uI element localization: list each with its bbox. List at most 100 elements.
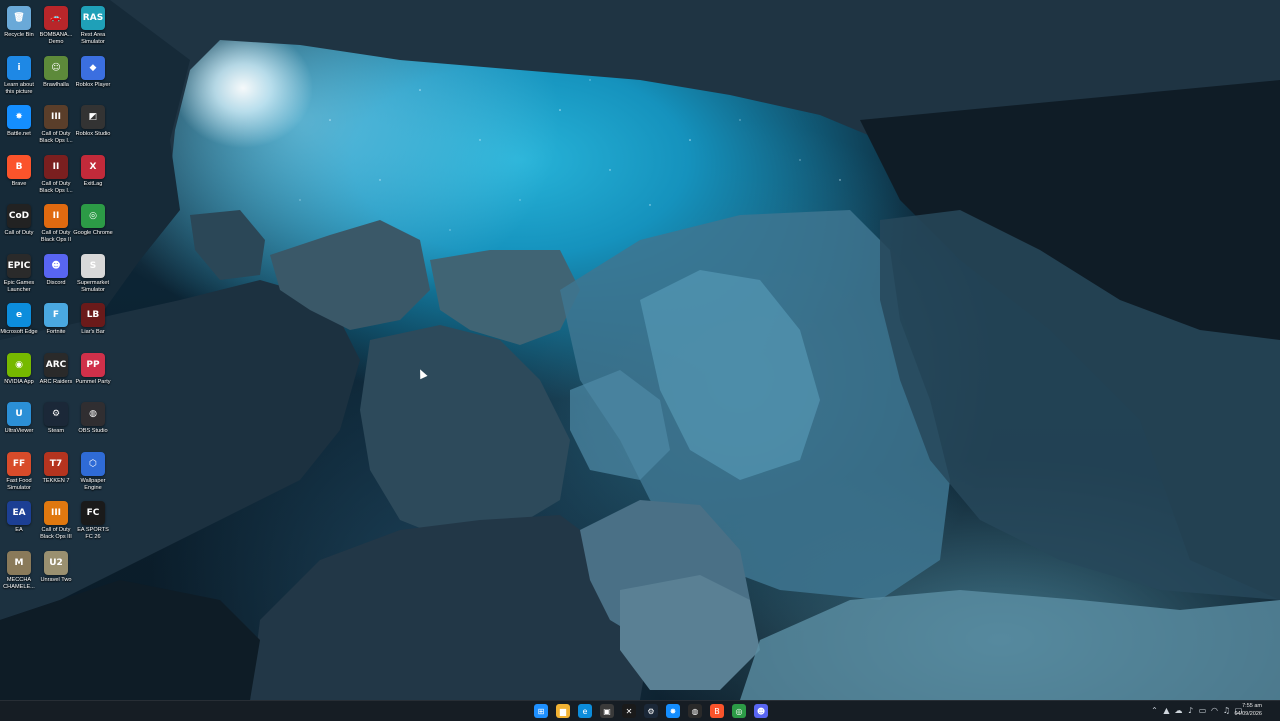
- microphone-icon[interactable]: ♪: [1186, 706, 1195, 715]
- desktop-icon-brawlhalla[interactable]: ☺ Brawlhalla: [37, 54, 75, 102]
- discord-taskbar-icon[interactable]: ☻: [754, 704, 768, 718]
- desktop-icon-ea[interactable]: EA EA: [0, 499, 38, 547]
- recycle-bin-icon: 🗑: [7, 6, 31, 30]
- arc-raiders-icon: ARC: [44, 352, 68, 377]
- steam-taskbar-icon[interactable]: ⚙: [644, 704, 658, 718]
- chevron-up-icon[interactable]: ⌃: [1150, 706, 1159, 715]
- desktop-icon-steam[interactable]: ⚙ Steam: [37, 400, 75, 448]
- desktop-icon-label: Microsoft Edge: [0, 329, 38, 335]
- edge-icon: e: [7, 303, 31, 327]
- cod-black-ops-icon: III: [44, 105, 68, 129]
- desktop-icon-brave[interactable]: B Brave: [0, 153, 38, 201]
- desktop-icon-tekken[interactable]: T7 TEKKEN 7: [37, 450, 75, 498]
- desktop-icon-edge[interactable]: e Microsoft Edge: [0, 301, 38, 349]
- desktop-icon-battlenet[interactable]: ✸ Battle.net: [0, 103, 38, 151]
- call-of-duty-icon: CoD: [7, 204, 31, 228]
- desktop-icon-liars-bar[interactable]: LB Liar's Bar: [74, 301, 112, 349]
- ea-icon: EA: [7, 501, 31, 525]
- desktop-icon-label: Rest Area Simulator: [80, 32, 106, 46]
- roblox-studio-icon: ◩: [81, 105, 105, 129]
- github-icon[interactable]: ◍: [688, 704, 702, 718]
- windows-start-icon[interactable]: ⊞: [534, 704, 548, 718]
- exitlag-icon: X: [81, 154, 105, 179]
- desktop-icon-label: EA SPORTS FC 26: [77, 527, 109, 541]
- desktop-icon-label: OBS Studio: [78, 428, 108, 434]
- taskbar-clock[interactable]: 7:55 am 04/09/2026: [1222, 703, 1262, 718]
- desktop-icon-label: Fast Food Simulator: [6, 477, 32, 491]
- chrome-taskbar-icon[interactable]: ◎: [732, 704, 746, 718]
- desktop-wallpaper: [0, 0, 1280, 700]
- desktop-icon-roblox-player[interactable]: ◆ Roblox Player: [74, 54, 112, 102]
- store-icon[interactable]: ▣: [600, 704, 614, 718]
- clock-time: 7:55 am: [1242, 703, 1262, 709]
- desktop-icon-meccha-chameleon[interactable]: M MECCHA CHAMELE...: [0, 549, 38, 597]
- desktop-icon-label: Learn about this picture: [4, 81, 34, 95]
- battlenet-taskbar-icon[interactable]: ✸: [666, 704, 680, 718]
- desktop-icon-label: Epic Games Launcher: [3, 279, 35, 293]
- desktop-icon-label: TEKKEN 7: [42, 477, 70, 484]
- wifi-icon[interactable]: ◠: [1210, 706, 1219, 715]
- desktop-icon-label: Wallpaper Engine: [80, 477, 106, 491]
- cod-black-ops-ii-icon: II: [44, 204, 68, 228]
- liars-bar-icon: LB: [81, 303, 105, 327]
- battery-icon[interactable]: ▭: [1198, 706, 1207, 715]
- desktop-icon-arc-raiders[interactable]: ARC ARC Raiders: [37, 351, 75, 399]
- desktop-icon-label: ARC Raiders: [39, 378, 73, 385]
- cloud-icon[interactable]: ☁: [1174, 706, 1183, 715]
- nvidia-icon: ◉: [7, 352, 31, 377]
- taskbar: ⊞ ▆ e ▣ ✕ ⚙ ✸ ◍ B ◎ ☻ ⌃ ▲ ☁ ♪ ▭ ◠ ♫ ▢ 7:55 am 04/09/2026: [0, 700, 1280, 721]
- desktop-icon-fortnite[interactable]: F Fortnite: [37, 301, 75, 349]
- bombana-demo-icon: 🚗: [44, 6, 68, 30]
- capcut-icon[interactable]: ✕: [622, 704, 636, 718]
- desktop-icon-ultraviewer[interactable]: U UltraViewer: [0, 400, 38, 448]
- steam-icon: ⚙: [44, 402, 68, 426]
- desktop-icon-cod-black-ops-ii[interactable]: II Call of Duty Black Ops II: [37, 202, 75, 250]
- edge-taskbar-icon[interactable]: e: [578, 704, 592, 718]
- epic-games-icon: EPIC: [7, 253, 31, 278]
- desktop-icon-cod-black-ops[interactable]: III Call of Duty Black Ops I...: [37, 103, 75, 151]
- desktop-icon-ea-sports-fc[interactable]: FC EA SPORTS FC 26: [74, 499, 112, 547]
- network-icon[interactable]: ▲: [1162, 706, 1171, 715]
- desktop-icon-label: Discord: [46, 279, 66, 286]
- chrome-icon: ◎: [81, 204, 105, 228]
- desktop-icon-label: Call of Duty: [4, 230, 34, 236]
- tekken-icon: T7: [44, 451, 68, 476]
- desktop-icon-cod-black-ops-iii[interactable]: III Call of Duty Black Ops III: [37, 499, 75, 547]
- desktop-icon-label: Supermarket Simulator: [76, 279, 110, 293]
- desktop-icon-label: NVIDIA App: [4, 378, 34, 385]
- obs-studio-icon: ◍: [81, 402, 105, 426]
- desktop-icon-discord[interactable]: ☻ Discord: [37, 252, 75, 300]
- cave-scenery: [0, 0, 1280, 700]
- desktop-icon-learn-picture[interactable]: i Learn about this picture: [0, 54, 38, 102]
- file-explorer-icon[interactable]: ▆: [556, 704, 570, 718]
- desktop-icon-unravel-two[interactable]: U2 Unravel Two: [37, 549, 75, 597]
- desktop-icon-wallpaper-engine[interactable]: ⬡ Wallpaper Engine: [74, 450, 112, 498]
- desktop-icon-nvidia[interactable]: ◉ NVIDIA App: [0, 351, 38, 399]
- desktop-icon-label: Roblox Studio: [75, 131, 111, 137]
- desktop-icon-epic-games[interactable]: EPIC Epic Games Launcher: [0, 252, 38, 300]
- desktop-icon-bombana-demo[interactable]: 🚗 BOMBANA... Demo: [37, 4, 75, 52]
- fortnite-icon: F: [44, 303, 68, 327]
- desktop-icon-recycle-bin[interactable]: 🗑 Recycle Bin: [0, 4, 38, 52]
- cod-black-ops-2-icon: II: [44, 154, 68, 179]
- supermarket-simulator-icon: S: [81, 253, 105, 278]
- desktop-icon-roblox-studio[interactable]: ◩ Roblox Studio: [74, 103, 112, 151]
- desktop-icon-label: Battle.net: [7, 131, 31, 137]
- desktop-icon-chrome[interactable]: ◎ Google Chrome: [73, 202, 113, 250]
- desktop-icon-label: BOMBANA... Demo: [39, 32, 73, 46]
- battlenet-icon: ✸: [7, 105, 31, 129]
- desktop-icon-supermarket-simulator[interactable]: S Supermarket Simulator: [74, 252, 112, 300]
- desktop-icon-label: Pummel Party: [75, 378, 111, 385]
- desktop-icon-label: Call of Duty Black Ops I...: [39, 180, 73, 194]
- brave-taskbar-icon[interactable]: B: [710, 704, 724, 718]
- brave-icon: B: [7, 154, 31, 179]
- pummel-party-icon: PP: [81, 352, 105, 377]
- ultraviewer-icon: U: [7, 402, 31, 426]
- desktop-icon-pummel-party[interactable]: PP Pummel Party: [74, 351, 112, 399]
- desktop-icon-fast-food-simulator[interactable]: FF Fast Food Simulator: [0, 450, 38, 498]
- desktop-icon-exitlag[interactable]: X ExitLag: [74, 153, 112, 201]
- desktop-icon-rest-area-simulator[interactable]: RAS Rest Area Simulator: [74, 4, 112, 52]
- desktop-icon-cod-black-ops-2[interactable]: II Call of Duty Black Ops I...: [37, 153, 75, 201]
- desktop-icon-obs-studio[interactable]: ◍ OBS Studio: [74, 400, 112, 448]
- desktop-icon-call-of-duty[interactable]: CoD Call of Duty: [0, 202, 38, 250]
